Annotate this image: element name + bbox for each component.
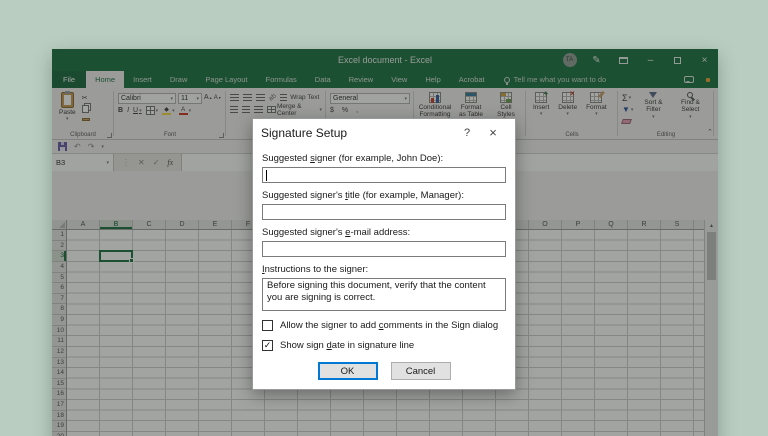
checkbox-unchecked-icon[interactable] [262,320,273,331]
signer-label: Suggested signer (for example, John Doe)… [262,153,506,164]
dialog-titlebar: Signature Setup ? × [253,119,515,146]
dialog-title: Signature Setup [261,126,455,140]
cancel-button[interactable]: Cancel [391,362,451,380]
signer-input[interactable] [262,167,506,183]
checkbox-row-0[interactable]: Allow the signer to add comments in the … [262,320,506,331]
checkbox-label: Allow the signer to add comments in the … [280,320,498,331]
dialog-close-icon[interactable]: × [479,125,507,140]
instructions-label: Instructions to the signer: [262,264,506,275]
signer-email-input[interactable] [262,241,506,257]
signer-title-input[interactable] [262,204,506,220]
dialog-help-icon[interactable]: ? [455,127,479,139]
dialog-checkboxes: Allow the signer to add comments in the … [262,320,506,351]
signature-setup-dialog: Signature Setup ? × Suggested signer (fo… [252,118,516,390]
text-caret [266,170,267,181]
instructions-textarea[interactable]: Before signing this document, verify tha… [262,278,506,311]
checkbox-row-1[interactable]: ✓ Show sign date in signature line [262,340,506,351]
checkbox-label: Show sign date in signature line [280,340,414,351]
signer-title-label: Suggested signer's title (for example, M… [262,190,506,201]
checkbox-checked-icon[interactable]: ✓ [262,340,273,351]
signer-email-label: Suggested signer's e-mail address: [262,227,506,238]
ok-button[interactable]: OK [318,362,378,380]
